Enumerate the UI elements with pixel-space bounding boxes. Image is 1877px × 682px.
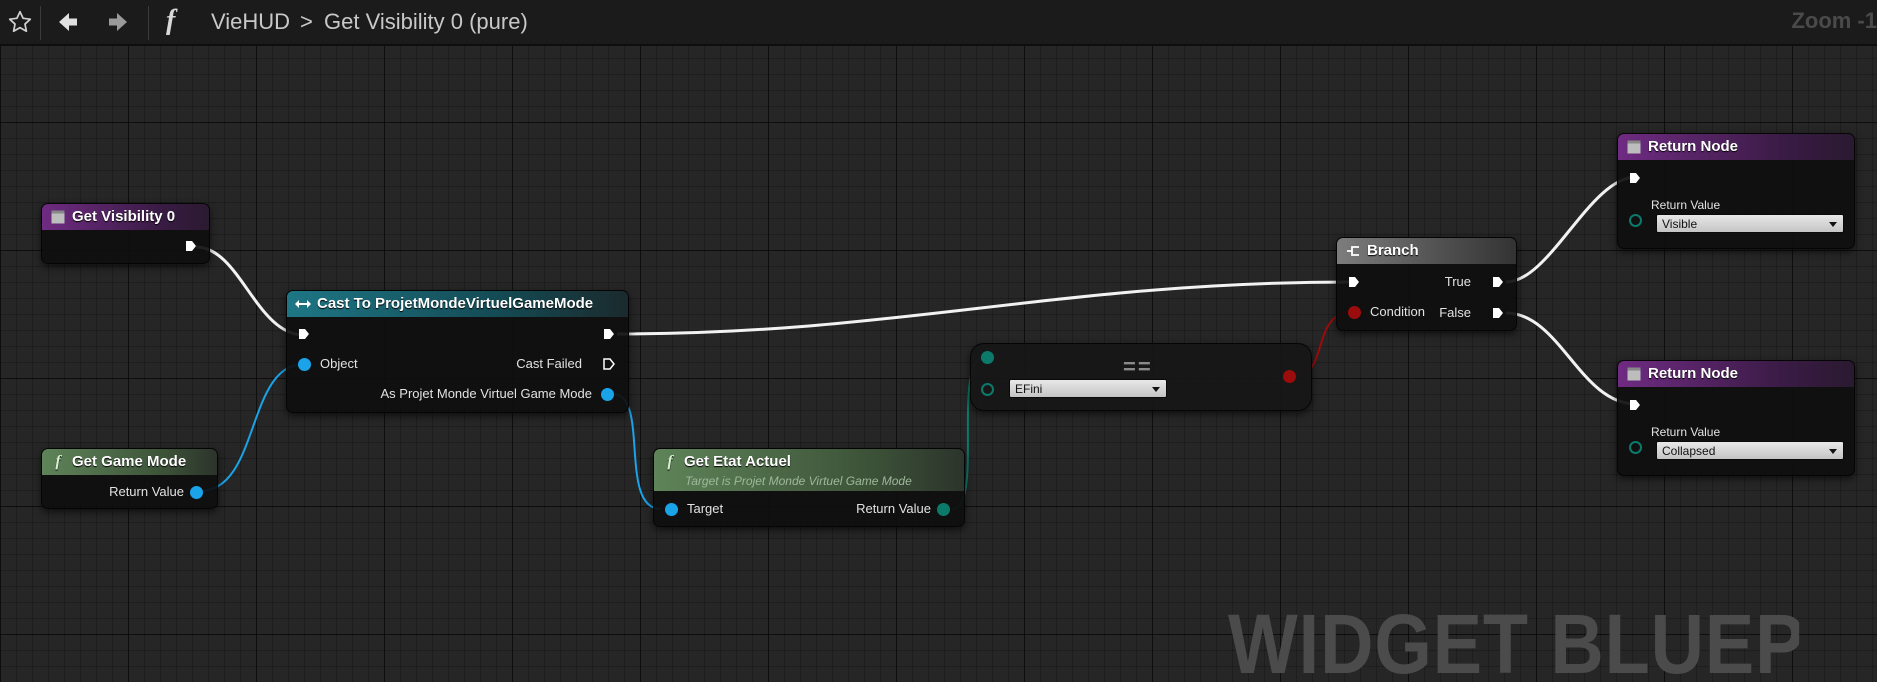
branch-icon xyxy=(1345,243,1361,259)
cast-arrows-icon xyxy=(295,296,311,312)
true-exec-out-pin[interactable] xyxy=(1492,276,1504,288)
exec-in-pin[interactable] xyxy=(1629,172,1641,184)
equal-operator-label: == xyxy=(1123,354,1153,379)
return-value: Collapsed xyxy=(1662,444,1716,458)
node-title: Get Game Mode xyxy=(72,453,187,470)
get-visibility-entry-node[interactable]: Get Visibility 0 xyxy=(41,203,210,264)
condition-label: Condition xyxy=(1370,304,1425,319)
cast-to-game-mode-node[interactable]: Cast To ProjetMondeVirtuelGameMode Objec… xyxy=(286,290,629,413)
exec-out-pin[interactable] xyxy=(185,240,197,252)
return-value-label: Return Value xyxy=(856,501,931,516)
exec-in-pin[interactable] xyxy=(1348,276,1360,288)
node-title: Return Node xyxy=(1648,365,1738,382)
node-header[interactable]: Branch xyxy=(1337,238,1516,264)
function-entry-icon xyxy=(50,209,66,225)
object-input-pin[interactable] xyxy=(298,358,311,371)
get-etat-actuel-node[interactable]: f Get Etat Actuel Target is Projet Monde… xyxy=(653,448,965,527)
node-header[interactable]: Cast To ProjetMondeVirtuelGameMode xyxy=(287,291,628,317)
enum-value: EFini xyxy=(1015,382,1043,396)
exec-in-pin[interactable] xyxy=(298,328,310,340)
function-icon: f xyxy=(667,453,673,470)
branch-node[interactable]: Branch True Condition False xyxy=(1336,237,1517,331)
enum-value-dropdown[interactable]: EFini xyxy=(1009,379,1167,398)
wires-layer xyxy=(195,175,1637,510)
exec-out-pin[interactable] xyxy=(603,328,615,340)
cast-failed-label: Cast Failed xyxy=(516,356,582,371)
object-label: Object xyxy=(320,356,358,371)
false-exec-out-pin[interactable] xyxy=(1492,307,1504,319)
return-value-input-pin[interactable] xyxy=(1629,441,1642,454)
as-game-mode-label: As Projet Monde Virtuel Game Mode xyxy=(380,386,592,401)
node-header[interactable]: Get Visibility 0 xyxy=(42,204,209,230)
return-value-label: Return Value xyxy=(109,484,184,499)
get-game-mode-node[interactable]: f Get Game Mode Return Value xyxy=(41,448,218,509)
return-value-dropdown[interactable]: Visible xyxy=(1656,214,1844,233)
return-node-collapsed[interactable]: Return Node Return Value Collapsed xyxy=(1617,360,1855,476)
node-header[interactable]: Return Node xyxy=(1618,361,1854,387)
exec-wire-cast-to-branch xyxy=(616,280,1352,336)
return-value: Visible xyxy=(1662,217,1698,231)
function-icon: f xyxy=(55,453,61,470)
return-node-visible[interactable]: Return Node Return Value Visible xyxy=(1617,133,1855,249)
equal-enum-node[interactable]: == EFini xyxy=(970,343,1312,411)
chevron-down-icon xyxy=(1829,222,1837,227)
node-subtitle: Target is Projet Monde Virtuel Game Mode xyxy=(685,474,912,488)
node-header[interactable]: f Get Game Mode xyxy=(42,449,217,475)
return-node-icon xyxy=(1626,139,1642,155)
exec-in-pin[interactable] xyxy=(1629,399,1641,411)
return-value-label: Return Value xyxy=(1651,198,1721,212)
node-header[interactable]: Return Node xyxy=(1618,134,1854,160)
target-label: Target xyxy=(687,501,724,516)
enum-b-input-pin[interactable] xyxy=(981,383,994,396)
chevron-down-icon xyxy=(1152,387,1160,392)
node-title: Get Visibility 0 xyxy=(72,208,176,225)
condition-input-pin[interactable] xyxy=(1348,306,1361,319)
return-node-icon xyxy=(1626,366,1642,382)
node-title: Cast To ProjetMondeVirtuelGameMode xyxy=(317,295,594,312)
return-value-dropdown[interactable]: Collapsed xyxy=(1656,441,1844,460)
false-label: False xyxy=(1439,305,1471,320)
cast-failed-exec-pin[interactable] xyxy=(603,358,615,370)
return-value-input-pin[interactable] xyxy=(1629,214,1642,227)
chevron-down-icon xyxy=(1829,449,1837,454)
node-title: Get Etat Actuel xyxy=(684,453,791,470)
return-value-output-pin[interactable] xyxy=(190,486,203,499)
true-label: True xyxy=(1444,274,1471,289)
as-game-mode-output-pin[interactable] xyxy=(601,388,614,401)
enum-a-input-pin[interactable] xyxy=(981,351,994,364)
node-title: Branch xyxy=(1367,242,1419,259)
node-title: Return Node xyxy=(1648,138,1738,155)
bool-output-pin[interactable] xyxy=(1283,370,1296,383)
return-value-label: Return Value xyxy=(1651,425,1721,439)
return-value-output-pin[interactable] xyxy=(937,503,950,516)
target-input-pin[interactable] xyxy=(665,503,678,516)
